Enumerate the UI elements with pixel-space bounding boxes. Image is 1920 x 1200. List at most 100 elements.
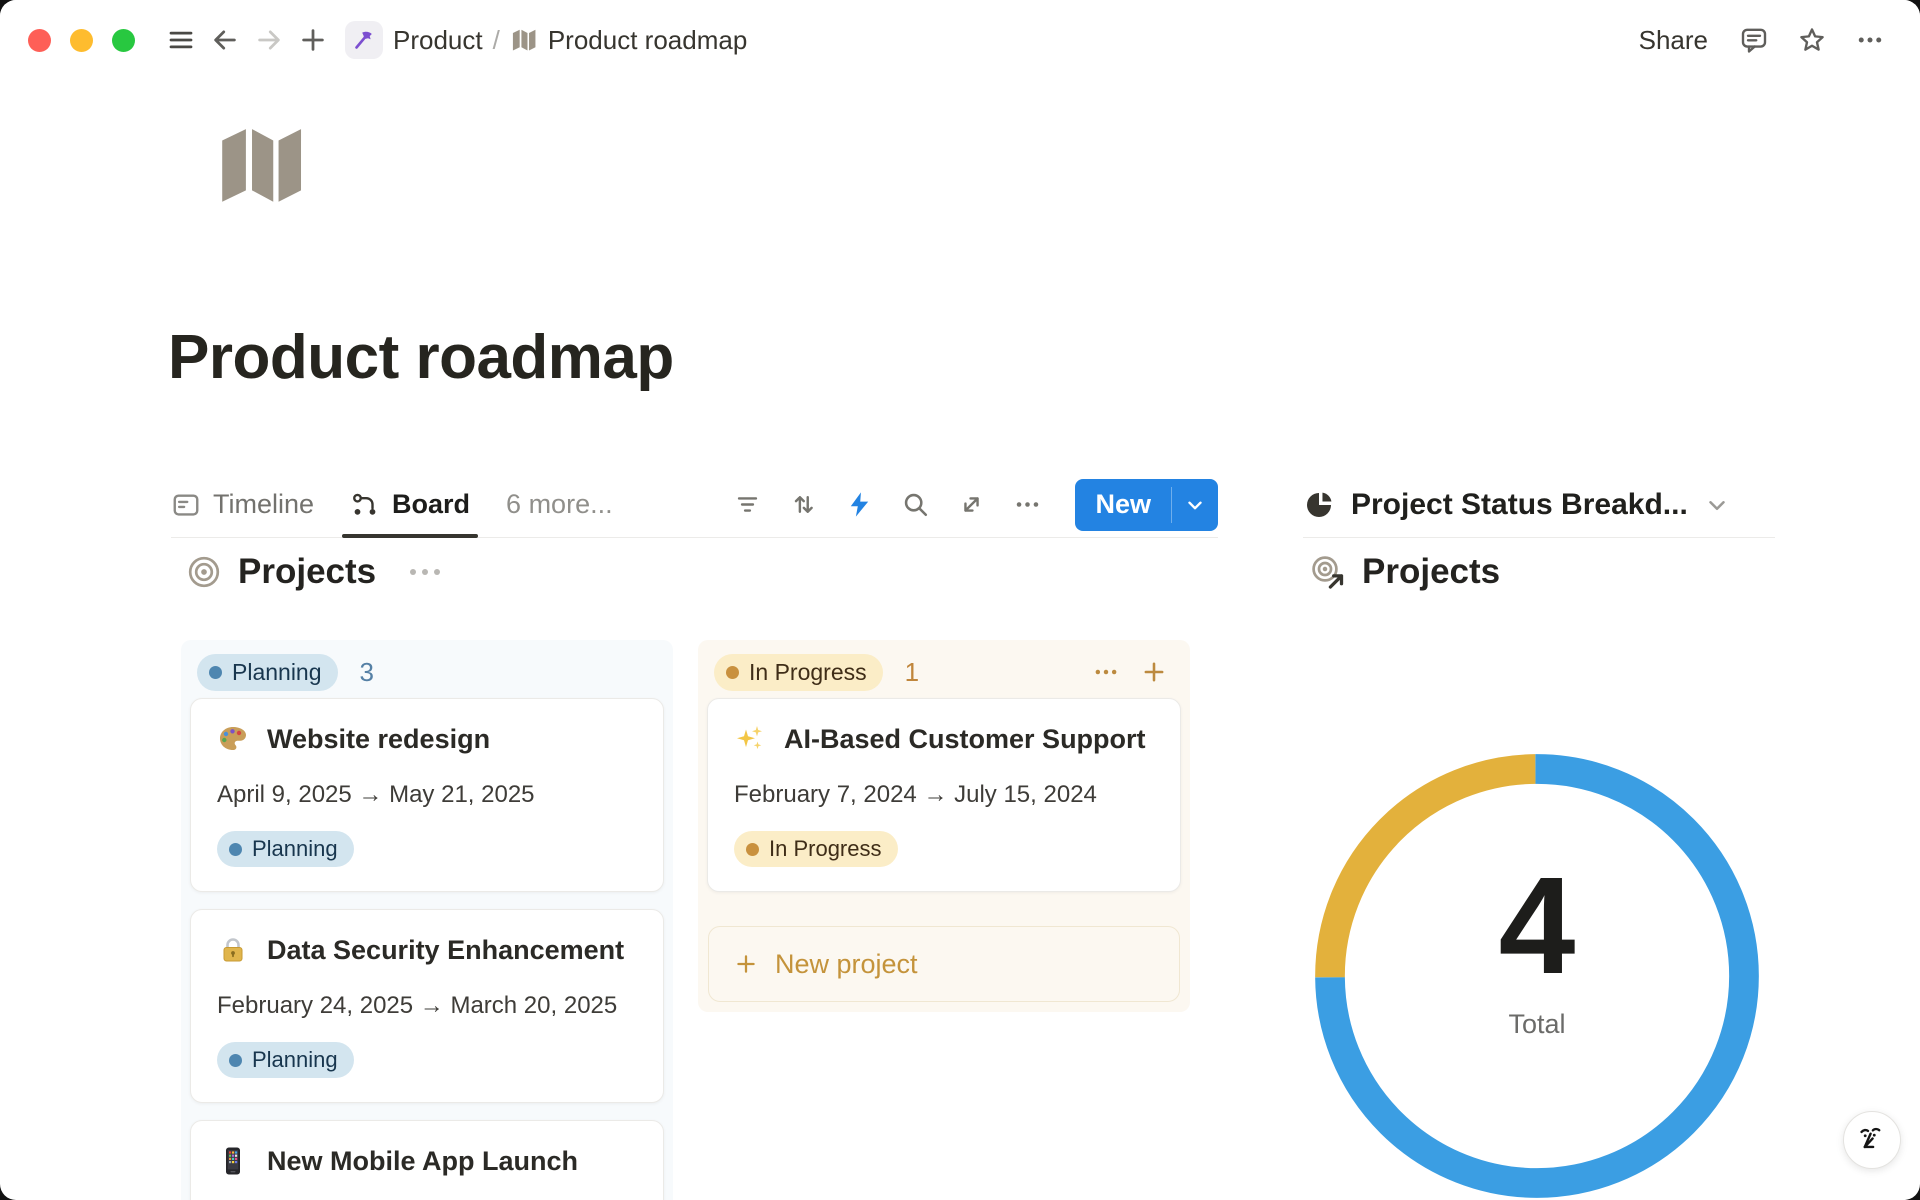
more-views-button[interactable]: 6 more... — [506, 489, 613, 520]
sort-button[interactable] — [783, 485, 823, 525]
chevron-down-icon — [1704, 492, 1730, 518]
in-progress-group-label: In Progress — [749, 659, 867, 686]
window-controls — [28, 29, 135, 52]
map-icon — [510, 26, 538, 54]
in-progress-group-pill[interactable]: In Progress — [714, 654, 883, 691]
card-status-label: Planning — [252, 1047, 338, 1073]
palette-emoji-icon — [217, 723, 249, 755]
hammer-icon — [352, 28, 376, 52]
ai-face-icon — [1855, 1123, 1889, 1157]
project-status-donut-chart: 4 Total — [1312, 751, 1762, 1200]
share-button[interactable]: Share — [1629, 19, 1718, 62]
notion-ai-button[interactable] — [1843, 1111, 1901, 1169]
card-new-mobile-app-launch[interactable]: New Mobile App Launch May 1, 2025 → May … — [190, 1120, 664, 1200]
status-dot — [726, 666, 739, 679]
forward-button[interactable] — [247, 18, 291, 62]
chart-section-title: Projects — [1362, 552, 1500, 592]
linked-target-icon — [1310, 554, 1346, 590]
top-bar: Product / Product roadmap Share — [0, 0, 1920, 80]
card-status-tag: Planning — [217, 831, 354, 867]
sparkles-emoji-icon — [734, 723, 766, 755]
card-title: New Mobile App Launch — [267, 1146, 578, 1177]
new-tab-button[interactable] — [291, 18, 335, 62]
back-button[interactable] — [203, 18, 247, 62]
more-options-button[interactable] — [1848, 18, 1892, 62]
board-view-icon — [350, 490, 380, 520]
card-title: Data Security Enhancement — [267, 935, 624, 966]
breadcrumb-team-item[interactable] — [345, 21, 383, 59]
planning-cards: Website redesign April 9, 2025 → May 21,… — [189, 696, 665, 1200]
board-section-title: Projects — [238, 552, 376, 592]
ellipsis-icon — [1092, 658, 1120, 686]
planning-count: 3 — [360, 657, 374, 688]
view-toolbar: New — [727, 479, 1218, 531]
automations-button[interactable] — [839, 485, 879, 525]
expand-diagonal-icon — [957, 490, 986, 519]
card-ai-based-customer-support[interactable]: AI-Based Customer Support February 7, 20… — [707, 698, 1181, 892]
card-title: Website redesign — [267, 724, 490, 755]
card-website-redesign[interactable]: Website redesign April 9, 2025 → May 21,… — [190, 698, 664, 892]
favorite-button[interactable] — [1790, 18, 1834, 62]
card-status-tag: Planning — [217, 1042, 354, 1078]
status-dot — [229, 843, 242, 856]
card-dates: April 9, 2025 → May 21, 2025 — [217, 781, 637, 809]
card-status-tag: In Progress — [734, 831, 898, 867]
linked-chart-view-header[interactable]: Project Status Breakd... — [1303, 472, 1775, 538]
breadcrumb-team-label[interactable]: Product — [393, 25, 483, 56]
search-button[interactable] — [895, 485, 935, 525]
mobile-phone-emoji-icon — [217, 1145, 249, 1177]
tab-timeline-label: Timeline — [213, 489, 314, 520]
app-window: Product / Product roadmap Share — [0, 0, 1920, 1200]
card-status-label: In Progress — [769, 836, 882, 862]
comment-icon — [1739, 25, 1769, 55]
card-dates: February 7, 2024 → July 15, 2024 — [734, 781, 1154, 809]
view-options-button[interactable] — [1007, 485, 1047, 525]
sort-icon — [789, 490, 818, 519]
new-button-dropdown[interactable] — [1172, 479, 1218, 531]
breadcrumb: Product / Product roadmap — [345, 21, 747, 59]
ellipsis-icon — [1855, 25, 1885, 55]
linked-chart-view-title: Project Status Breakd... — [1351, 488, 1688, 522]
sidebar-menu-button[interactable] — [159, 18, 203, 62]
breadcrumb-page-label: Product roadmap — [548, 25, 747, 56]
status-dot — [746, 843, 759, 856]
plus-icon — [298, 25, 328, 55]
lock-emoji-icon — [217, 934, 249, 966]
lightning-icon — [845, 490, 874, 519]
column-options-button[interactable] — [1086, 652, 1126, 692]
new-button[interactable]: New — [1075, 479, 1218, 531]
arrow-left-icon — [210, 25, 240, 55]
column-header-planning: Planning 3 — [189, 648, 665, 696]
plus-icon — [733, 951, 759, 977]
section-options-button[interactable] — [402, 561, 448, 583]
planning-group-pill[interactable]: Planning — [197, 654, 338, 691]
close-window-button[interactable] — [28, 29, 51, 52]
tab-timeline[interactable]: Timeline — [171, 472, 314, 537]
card-data-security-enhancement[interactable]: Data Security Enhancement February 24, 2… — [190, 909, 664, 1103]
board-column-in-progress: In Progress 1 — [698, 640, 1190, 1012]
column-add-card-button[interactable] — [1134, 652, 1174, 692]
card-title: AI-Based Customer Support — [784, 724, 1146, 755]
new-button-label: New — [1075, 479, 1171, 531]
pie-chart-icon — [1303, 489, 1335, 521]
target-icon — [186, 554, 222, 590]
view-tabs-bar: Timeline Board 6 more... — [171, 472, 1218, 538]
comments-button[interactable] — [1732, 18, 1776, 62]
status-dot — [209, 666, 222, 679]
status-dot — [229, 1054, 242, 1067]
star-icon — [1797, 25, 1827, 55]
zoom-window-button[interactable] — [112, 29, 135, 52]
breadcrumb-page-item[interactable]: Product roadmap — [510, 25, 747, 56]
new-project-label: New project — [775, 949, 918, 980]
column-header-in-progress: In Progress 1 — [706, 648, 1182, 696]
expand-button[interactable] — [951, 485, 991, 525]
ellipsis-icon — [1013, 490, 1042, 519]
new-project-button[interactable]: New project — [708, 926, 1180, 1002]
filter-button[interactable] — [727, 485, 767, 525]
filter-icon — [733, 490, 762, 519]
board-column-planning: Planning 3 Website redesign April 9, 202… — [181, 640, 673, 1200]
tab-board[interactable]: Board — [350, 472, 470, 537]
page-icon[interactable] — [212, 116, 310, 214]
minimize-window-button[interactable] — [70, 29, 93, 52]
card-dates: February 24, 2025 → March 20, 2025 — [217, 992, 637, 1020]
